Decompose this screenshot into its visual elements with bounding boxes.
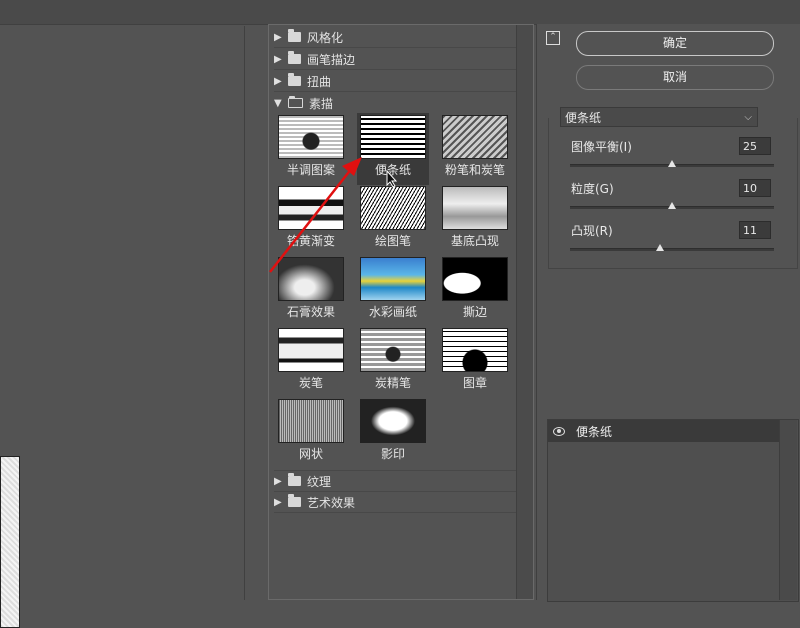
gallery-scrollbar[interactable] (516, 25, 533, 599)
slider-knob[interactable] (655, 244, 664, 251)
filter-thumb-charcoal[interactable]: 炭笔 (275, 328, 347, 391)
category-label: 素描 (309, 96, 334, 111)
chevron-up-icon[interactable]: ⌃ (546, 31, 560, 45)
thumb-image (442, 328, 508, 372)
category-label: 扭曲 (307, 74, 332, 89)
folder-icon (288, 73, 301, 86)
folder-icon (288, 29, 301, 42)
thumb-image (278, 186, 344, 230)
effect-layers-panel (547, 419, 799, 602)
expand-triangle-icon: ▶ (274, 75, 282, 87)
filter-thumb-conte-crayon[interactable]: 炭精笔 (357, 328, 429, 391)
filter-thumb-water-paper[interactable]: 水彩画纸 (357, 257, 429, 320)
filter-thumb-torn-edges[interactable]: 撕边 (439, 257, 511, 320)
expand-triangle-icon: ▶ (274, 53, 282, 65)
preview-area[interactable] (0, 26, 245, 628)
thumb-image (360, 115, 426, 159)
graininess-slider[interactable] (570, 202, 774, 209)
category-label: 艺术效果 (307, 495, 356, 510)
folder-icon (288, 51, 301, 64)
category-artistic[interactable]: ▶ 艺术效果 (274, 492, 516, 513)
thumb-label: 炭精笔 (374, 376, 411, 390)
folder-icon (288, 494, 301, 507)
relief-slider[interactable] (570, 244, 774, 251)
thumb-image (442, 115, 508, 159)
category-label: 纹理 (307, 474, 332, 489)
category-brush-strokes[interactable]: ▶ 画笔描边 (274, 49, 516, 70)
filter-thumb-halftone[interactable]: 半调图案 (275, 115, 347, 178)
thumb-image (360, 257, 426, 301)
relief-input[interactable]: 11 (739, 221, 771, 239)
thumb-image (278, 257, 344, 301)
thumb-label: 石膏效果 (286, 305, 335, 319)
thumb-label: 影印 (380, 447, 405, 461)
slider-knob[interactable] (668, 202, 676, 209)
graininess-input[interactable]: 10 (739, 179, 771, 197)
layers-scrollbar[interactable] (779, 420, 797, 600)
chevron-down-icon: ⌵ (744, 112, 752, 123)
thumb-image (360, 399, 426, 443)
category-label: 风格化 (307, 30, 344, 45)
slider-knob[interactable] (668, 160, 676, 167)
thumb-image (278, 399, 344, 443)
thumb-image (442, 186, 508, 230)
thumb-image (360, 328, 426, 372)
folder-icon (288, 473, 301, 486)
filter-thumb-bas-relief[interactable]: 基底凸现 (439, 186, 511, 249)
expand-triangle-icon: ▶ (274, 31, 282, 43)
expand-triangle-icon: ▶ (274, 475, 282, 487)
category-texture[interactable]: ▶ 纹理 (274, 470, 516, 492)
mouse-cursor-icon (386, 170, 398, 188)
divider (245, 26, 267, 600)
filter-thumb-graphic-pen[interactable]: 绘图笔 (357, 186, 429, 249)
thumb-label: 铬黄渐变 (286, 234, 335, 248)
filter-select-value: 便条纸 (565, 111, 602, 125)
expand-triangle-icon: ▶ (274, 496, 282, 508)
effect-layer-name: 便条纸 (576, 425, 613, 439)
category-distort[interactable]: ▶ 扭曲 (274, 71, 516, 92)
thumb-label: 网状 (298, 447, 323, 461)
thumb-image (442, 257, 508, 301)
image-balance-input[interactable]: 25 (739, 137, 771, 155)
filter-thumb-chalk-charcoal[interactable]: 粉笔和炭笔 (439, 115, 511, 178)
filter-thumb-plaster[interactable]: 石膏效果 (275, 257, 347, 320)
thumb-image (360, 186, 426, 230)
filter-thumb-reticulation[interactable]: 网状 (275, 399, 347, 462)
category-sketch[interactable]: ▼ 素描 (274, 93, 516, 113)
thumb-label: 水彩画纸 (368, 305, 417, 319)
thumb-label: 炭笔 (298, 376, 323, 390)
thumb-label: 粉笔和炭笔 (444, 163, 505, 177)
thumb-label: 绘图笔 (374, 234, 411, 248)
thumb-label: 图章 (462, 376, 487, 390)
thumb-label: 基底凸现 (450, 234, 499, 248)
eye-icon[interactable] (553, 427, 565, 436)
thumb-label: 半调图案 (286, 163, 335, 177)
category-label: 画笔描边 (307, 52, 356, 67)
filter-select[interactable]: 便条纸 ⌵ (560, 107, 758, 127)
thumb-image (278, 115, 344, 159)
collapse-triangle-icon: ▼ (274, 97, 282, 109)
param-label-relief: 凸现(R) (571, 224, 613, 238)
filter-thumb-stamp[interactable]: 图章 (439, 328, 511, 391)
preview-image[interactable] (0, 456, 20, 628)
thumb-label: 撕边 (462, 305, 487, 319)
top-bar (0, 0, 800, 25)
folder-open-icon (288, 96, 303, 108)
filter-thumb-photocopy[interactable]: 影印 (357, 399, 429, 462)
param-label-image-balance: 图像平衡(I) (571, 140, 632, 154)
param-label-graininess: 粒度(G) (571, 182, 614, 196)
filter-thumb-chrome[interactable]: 铬黄渐变 (275, 186, 347, 249)
ok-button[interactable]: 确定 (576, 31, 774, 56)
category-stylize[interactable]: ▶ 风格化 (274, 27, 516, 48)
thumb-image (278, 328, 344, 372)
image-balance-slider[interactable] (570, 160, 774, 167)
cancel-button[interactable]: 取消 (576, 65, 774, 90)
